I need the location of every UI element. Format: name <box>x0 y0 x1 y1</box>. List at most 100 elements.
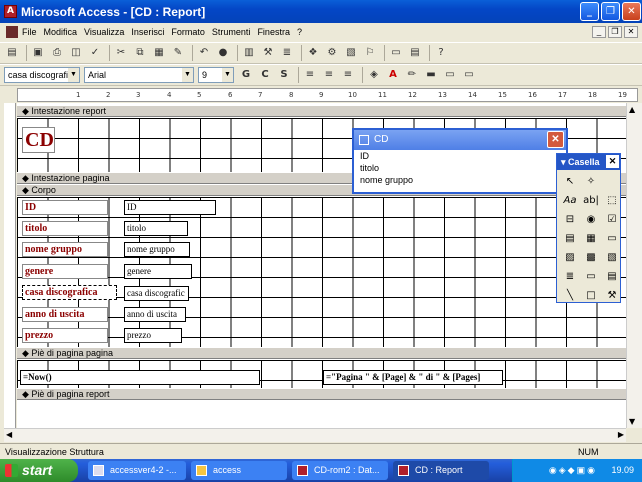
toolbox-icon[interactable]: ⚒ <box>260 45 276 61</box>
font-combo[interactable]: Arial ▼ <box>84 67 194 83</box>
autoformat-icon[interactable]: ❖ <box>305 45 321 61</box>
detail-section[interactable]: ID ID titolo titolo nome gruppo nome gru… <box>17 197 626 347</box>
rectangle-icon[interactable]: □ <box>582 288 600 304</box>
menu-modifica[interactable]: Modifica <box>44 27 78 37</box>
line-color-icon[interactable]: ✏ <box>404 67 420 83</box>
arrow-right-icon[interactable]: ▶ <box>618 430 624 439</box>
arrow-down-icon[interactable]: ▼ <box>629 417 635 426</box>
taskbar-item[interactable]: access <box>191 461 287 480</box>
doc-restore-button[interactable]: ❐ <box>608 26 622 38</box>
print-preview-icon[interactable]: ◫ <box>68 45 84 61</box>
tab-control-icon[interactable]: ▭ <box>582 269 600 285</box>
cut-icon[interactable]: ✂ <box>113 45 129 61</box>
field-textbox[interactable]: anno di uscita <box>124 307 186 322</box>
italic-button[interactable]: C <box>257 67 273 83</box>
tray-icons[interactable]: ◉◈◆▣◉ <box>549 465 597 475</box>
combobox-icon[interactable]: ▤ <box>561 231 579 247</box>
listbox-icon[interactable]: ▦ <box>582 231 600 247</box>
taskbar-item[interactable]: accessver4-2 -... <box>88 461 186 480</box>
border-style-icon[interactable]: ▭ <box>461 67 477 83</box>
unbound-object-icon[interactable]: ▩ <box>582 250 600 266</box>
field-list-icon[interactable]: ▥ <box>241 45 257 61</box>
sorting-grouping-icon[interactable]: ≣ <box>279 45 295 61</box>
menu-formato[interactable]: Formato <box>171 27 205 37</box>
font-color-icon[interactable]: A <box>385 67 401 83</box>
field-textbox[interactable]: nome gruppo <box>124 242 190 257</box>
doc-close-button[interactable]: ✕ <box>624 26 638 38</box>
paste-icon[interactable]: ▦ <box>151 45 167 61</box>
checkbox-icon[interactable]: ☑ <box>603 212 621 228</box>
menu-file[interactable]: File <box>22 27 37 37</box>
field-textbox[interactable]: casa discografic <box>124 286 189 301</box>
undo-icon[interactable]: ↶ <box>196 45 212 61</box>
object-combo[interactable]: casa discografic ▼ <box>4 67 80 83</box>
doc-minimize-button[interactable]: _ <box>592 26 606 38</box>
field-textbox[interactable]: ID <box>124 200 216 215</box>
page-break-icon[interactable]: ≣ <box>561 269 579 285</box>
pointer-icon[interactable]: ↖ <box>561 174 579 190</box>
section-report-header[interactable]: ◆ Intestazione report <box>17 105 626 117</box>
field-list-item[interactable]: ID <box>354 150 566 162</box>
taskbar-item-active[interactable]: CD : Report <box>393 461 489 480</box>
menu-inserisci[interactable]: Inserisci <box>131 27 164 37</box>
view-icon[interactable]: ▤ <box>4 45 20 61</box>
field-label-selected[interactable]: casa discografica <box>22 285 117 300</box>
copy-icon[interactable]: ⧉ <box>132 45 148 61</box>
print-icon[interactable]: ⎙ <box>49 45 65 61</box>
textbox-tool-icon[interactable]: ab| <box>582 193 600 209</box>
fill-color-icon[interactable]: ◈ <box>366 67 382 83</box>
properties-icon[interactable]: ▧ <box>343 45 359 61</box>
underline-button[interactable]: S <box>276 67 292 83</box>
button-icon[interactable]: ▭ <box>603 231 621 247</box>
field-textbox[interactable]: titolo <box>124 221 188 236</box>
toolbox-window[interactable]: ▾ Casella ✕ ↖ ✧ Aa ab| ⬚ ⊟ ◉ ☑ ▤ ▦ ▭ ▨ ▩ … <box>556 153 621 303</box>
bold-button[interactable]: G <box>238 67 254 83</box>
report-title-label[interactable]: CD <box>22 127 55 153</box>
field-textbox[interactable]: prezzo <box>124 328 182 343</box>
align-center-icon[interactable]: ≡ <box>321 67 337 83</box>
image-icon[interactable]: ▨ <box>561 250 579 266</box>
bound-object-icon[interactable]: ▧ <box>603 250 621 266</box>
document-icon[interactable] <box>6 26 18 38</box>
field-list-item[interactable]: nome gruppo <box>354 174 566 186</box>
minimize-button[interactable]: _ <box>580 2 599 21</box>
toolbox-close-button[interactable]: ✕ <box>606 155 619 168</box>
menu-strumenti[interactable]: Strumenti <box>212 27 251 37</box>
vertical-scrollbar[interactable]: ▲ ▼ <box>626 103 642 428</box>
footer-page-textbox[interactable]: ="Pagina " & [Page] & " di " & [Pages] <box>323 370 503 385</box>
line-icon[interactable]: ╲ <box>561 288 579 304</box>
field-label[interactable]: genere <box>22 264 108 279</box>
new-object-icon[interactable]: ▤ <box>407 45 423 61</box>
align-right-icon[interactable]: ≡ <box>340 67 356 83</box>
special-effect-icon[interactable]: ▭ <box>442 67 458 83</box>
option-group-icon[interactable]: ⬚ <box>603 193 621 209</box>
horizontal-scrollbar[interactable]: ◀ ▶ <box>4 428 626 442</box>
field-label[interactable]: prezzo <box>22 328 108 343</box>
close-button[interactable]: ✕ <box>622 2 641 21</box>
toggle-icon[interactable]: ⊟ <box>561 212 579 228</box>
menu-finestra[interactable]: Finestra <box>257 27 290 37</box>
field-label[interactable]: nome gruppo <box>22 242 108 257</box>
field-list-titlebar[interactable]: CD ✕ <box>354 130 566 150</box>
menu-help[interactable]: ? <box>297 27 302 37</box>
database-window-icon[interactable]: ▭ <box>388 45 404 61</box>
code-icon[interactable]: ⚙ <box>324 45 340 61</box>
field-label[interactable]: ID <box>22 200 108 215</box>
more-tools-icon[interactable]: ⚒ <box>603 288 621 304</box>
section-page-footer[interactable]: ◆ Piè di pagina pagina <box>17 347 626 359</box>
menu-visualizza[interactable]: Visualizza <box>84 27 124 37</box>
radio-icon[interactable]: ◉ <box>582 212 600 228</box>
footer-now-textbox[interactable]: =Now() <box>20 370 260 385</box>
save-icon[interactable]: ▣ <box>30 45 46 61</box>
subreport-icon[interactable]: ▤ <box>603 269 621 285</box>
label-tool-icon[interactable]: Aa <box>561 193 579 209</box>
align-left-icon[interactable]: ≡ <box>302 67 318 83</box>
section-report-footer[interactable]: ◆ Piè di pagina report <box>17 388 626 400</box>
page-footer-section[interactable]: =Now() ="Pagina " & [Page] & " di " & [P… <box>17 360 626 388</box>
line-width-icon[interactable]: ▬ <box>423 67 439 83</box>
format-painter-icon[interactable]: ✎ <box>170 45 186 61</box>
taskbar-item[interactable]: CD-rom2 : Dat... <box>292 461 388 480</box>
field-label[interactable]: titolo <box>22 221 108 236</box>
spelling-icon[interactable]: ✓ <box>87 45 103 61</box>
field-list-close-button[interactable]: ✕ <box>547 131 564 148</box>
